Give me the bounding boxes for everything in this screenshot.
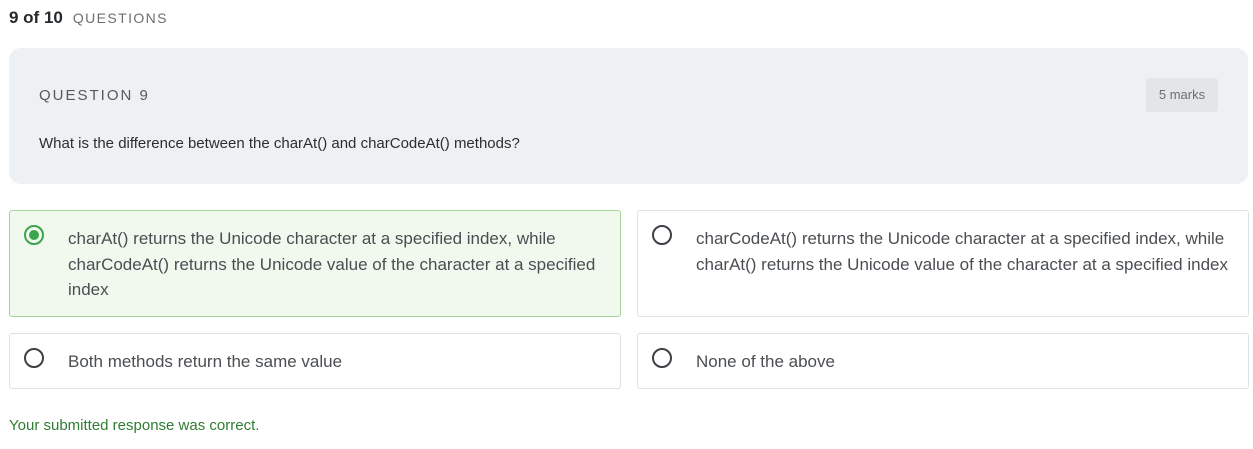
- question-text: What is the difference between the charA…: [39, 135, 520, 152]
- question-card: QUESTION 9 5 marks What is the differenc…: [9, 48, 1248, 184]
- radio-selected-icon[interactable]: [24, 225, 44, 245]
- option-2-text: charCodeAt() returns the Unicode charact…: [696, 229, 1229, 274]
- progress-label: QUESTIONS: [72, 10, 168, 26]
- option-1[interactable]: charAt() returns the Unicode character a…: [9, 210, 621, 317]
- question-progress: 9 of 10 QUESTIONS: [9, 8, 168, 28]
- radio-unselected-icon[interactable]: [24, 348, 44, 368]
- response-feedback: Your submitted response was correct.: [9, 417, 260, 434]
- radio-unselected-icon[interactable]: [652, 348, 672, 368]
- option-1-text: charAt() returns the Unicode character a…: [68, 229, 596, 299]
- option-3[interactable]: Both methods return the same value: [9, 333, 621, 389]
- question-number: QUESTION 9: [39, 87, 150, 104]
- option-2[interactable]: charCodeAt() returns the Unicode charact…: [637, 210, 1249, 317]
- radio-unselected-icon[interactable]: [652, 225, 672, 245]
- option-3-text: Both methods return the same value: [68, 352, 343, 371]
- option-4-text: None of the above: [696, 352, 835, 371]
- option-4[interactable]: None of the above: [637, 333, 1249, 389]
- progress-count: 9 of 10: [9, 8, 63, 27]
- marks-badge: 5 marks: [1146, 78, 1218, 112]
